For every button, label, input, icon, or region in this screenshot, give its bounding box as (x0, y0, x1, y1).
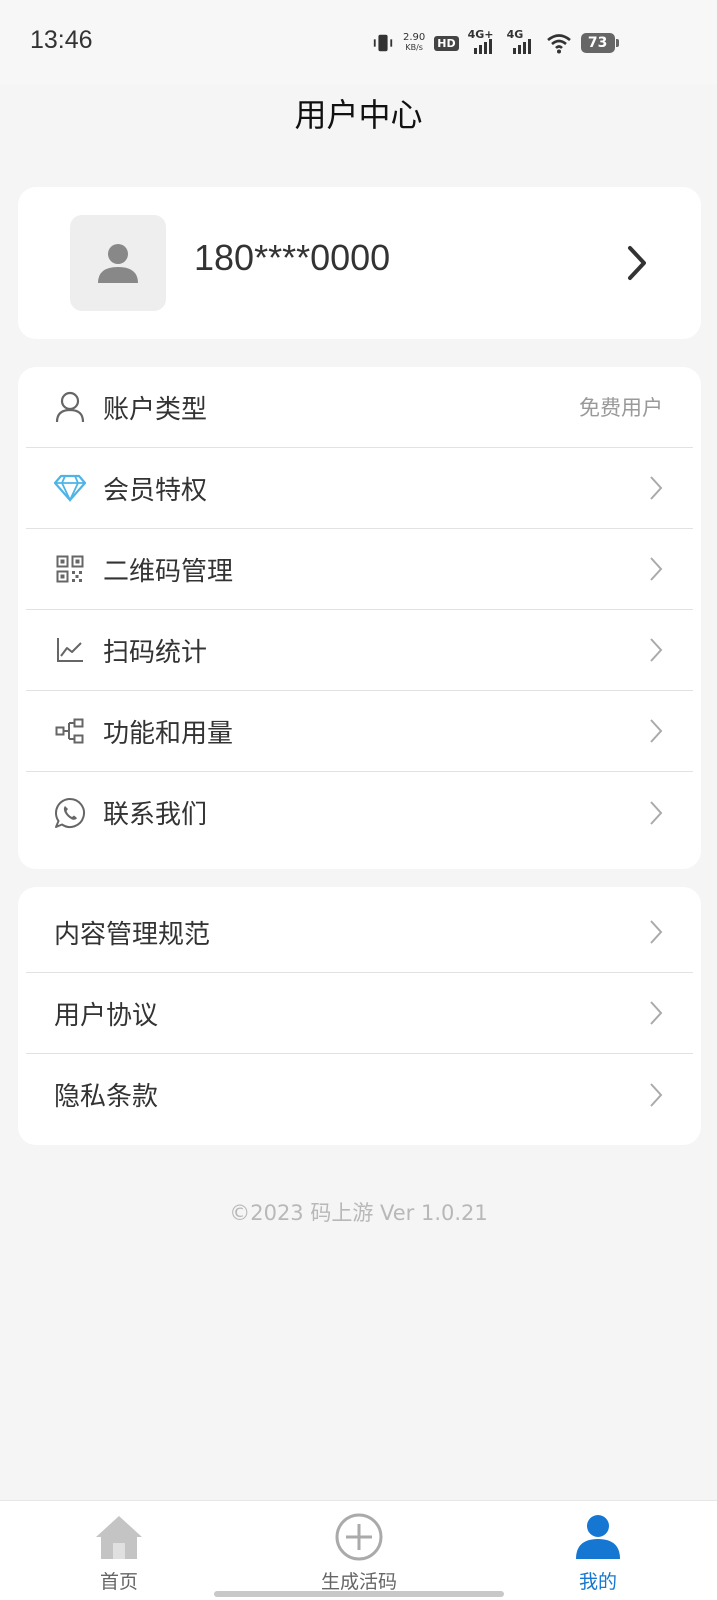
menu-row-qr-management[interactable]: 二维码管理 (26, 529, 693, 610)
chevron-right-icon (650, 476, 663, 500)
home-icon (96, 1516, 142, 1559)
chevron-right-icon (650, 920, 663, 944)
nav-item-home[interactable]: 首页 (59, 1511, 179, 1594)
menu-row-scan-stats[interactable]: 扫码统计 (26, 610, 693, 691)
menu-label: 账户类型 (103, 394, 208, 425)
menu-row-account-type: 账户类型 免费用户 (26, 367, 693, 448)
menu-card: 账户类型 免费用户 会员特权 二维码管理 扫码统计 功能和用量 联系我们 (18, 367, 701, 869)
user-icon (576, 1515, 620, 1559)
legal-row-privacy-policy[interactable]: 隐私条款 (26, 1054, 693, 1135)
legal-label: 隐私条款 (54, 1082, 159, 1112)
line-chart-icon (54, 634, 86, 666)
menu-row-contact-us[interactable]: 联系我们 (26, 772, 693, 853)
user-placeholder-icon (98, 244, 138, 283)
plus-circle-icon (335, 1513, 383, 1561)
menu-label: 功能和用量 (103, 718, 234, 749)
hd-badge: HD (434, 35, 459, 51)
sim1-signal-icon: 4G+ (468, 28, 498, 54)
copyright-text: ©2023 码上游 Ver 1.0.21 (229, 1201, 488, 1225)
legal-label: 用户协议 (54, 1000, 159, 1031)
person-outline-icon (54, 391, 86, 423)
legal-row-user-agreement[interactable]: 用户协议 (26, 973, 693, 1054)
profile-card[interactable]: 180****0000 (18, 187, 701, 339)
chevron-right-icon (650, 1082, 663, 1107)
nav-label: 我的 (578, 1571, 617, 1593)
flow-diagram-icon (54, 715, 86, 747)
sim2-signal-icon: 4G (507, 28, 537, 54)
menu-label: 联系我们 (103, 800, 208, 830)
menu-row-member-privileges[interactable]: 会员特权 (26, 448, 693, 529)
chevron-right-icon (650, 638, 663, 662)
qr-code-icon (54, 553, 86, 585)
avatar[interactable] (70, 215, 166, 311)
chevron-right-icon (650, 719, 663, 743)
legal-card: 内容管理规范 用户协议 隐私条款 (18, 887, 701, 1145)
battery-icon: 73 (580, 33, 619, 53)
diamond-icon (54, 472, 86, 504)
phone-number: 180****0000 (194, 237, 391, 278)
chevron-right-icon (650, 557, 663, 581)
user-center-screen: 13:46 2.90 KB/s HD 4G+ 4G 73 用户中心 180***… (0, 0, 717, 1600)
nav-label: 生成活码 (320, 1571, 397, 1593)
menu-row-features-usage[interactable]: 功能和用量 (26, 691, 693, 772)
account-type-value: 免费用户 (579, 396, 663, 420)
home-indicator[interactable] (214, 1591, 504, 1597)
nav-item-mine[interactable]: 我的 (538, 1511, 658, 1594)
status-icons: 2.90 KB/s HD 4G+ 4G 73 (372, 28, 619, 58)
legal-row-content-rules[interactable]: 内容管理规范 (26, 892, 693, 973)
nav-label: 首页 (99, 1571, 138, 1593)
wifi-icon (546, 34, 571, 54)
vibrate-icon (373, 34, 393, 52)
menu-label: 会员特权 (103, 475, 208, 506)
status-bar: 13:46 2.90 KB/s HD 4G+ 4G 73 (0, 0, 717, 84)
status-time: 13:46 (30, 26, 93, 54)
chevron-right-icon (650, 1001, 663, 1025)
bottom-nav: 首页 生成活码 我的 (0, 1500, 717, 1600)
chevron-right-icon[interactable] (627, 245, 647, 281)
menu-label: 二维码管理 (103, 556, 234, 587)
whatsapp-phone-icon (54, 797, 86, 829)
legal-label: 内容管理规范 (54, 919, 211, 950)
page-title: 用户中心 (294, 96, 423, 134)
nav-item-generate-code[interactable]: 生成活码 (299, 1511, 419, 1594)
chevron-right-icon (650, 800, 663, 825)
menu-label: 扫码统计 (103, 637, 208, 668)
net-speed: 2.90 KB/s (403, 32, 426, 53)
